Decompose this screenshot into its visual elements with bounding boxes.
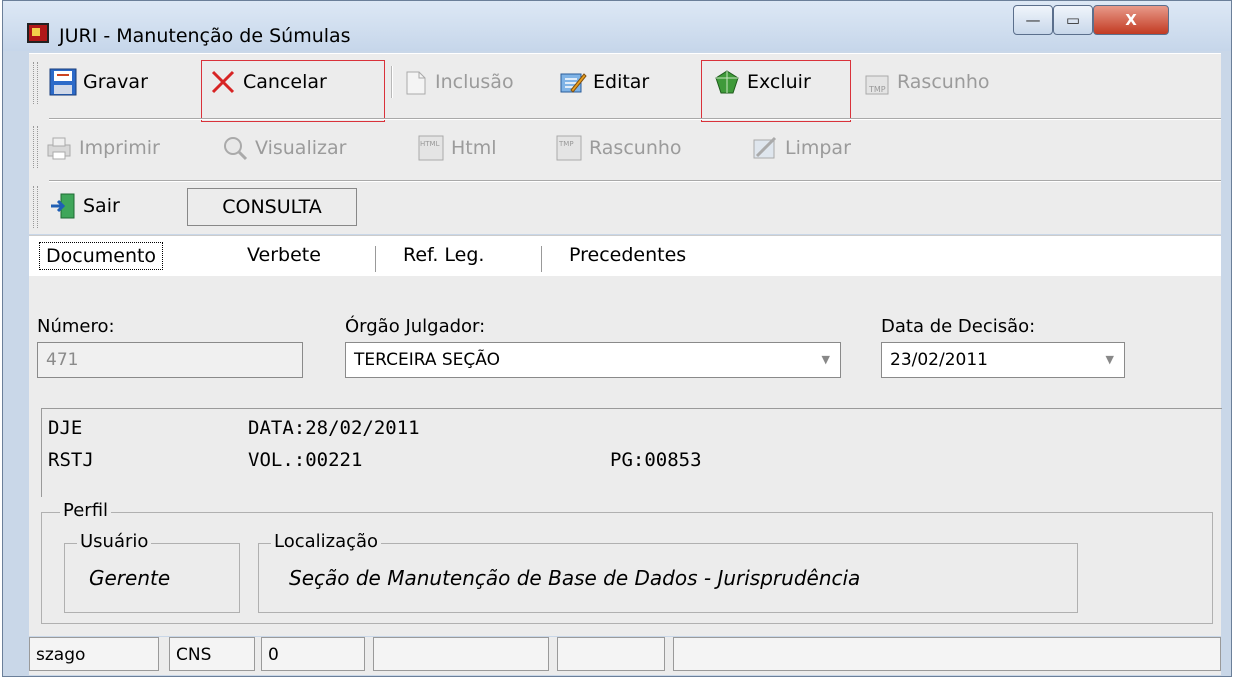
data-select[interactable]: 23/02/2011 ▼ <box>881 342 1125 378</box>
localizacao-value: Seção de Manutenção de Base de Dados - J… <box>289 566 861 590</box>
html-icon: HTML <box>417 134 445 162</box>
window-title: JURI - Manutenção de Súmulas <box>59 25 351 47</box>
toolbar-grip[interactable] <box>33 186 38 228</box>
tab-precedentes[interactable]: Precedentes <box>569 244 686 266</box>
gravar-button[interactable]: Gravar <box>49 64 148 100</box>
mode-indicator: CONSULTA <box>187 188 357 226</box>
localizacao-label: Localização <box>271 531 382 552</box>
app-icon <box>27 23 49 43</box>
perfil-group: Perfil Usuário Gerente Localização Seção… <box>41 500 1213 624</box>
new-document-icon <box>401 68 429 96</box>
excluir-label: Excluir <box>747 71 811 93</box>
limpar-button[interactable]: Limpar <box>751 130 851 166</box>
numero-label: Número: <box>37 316 115 337</box>
status-count: 0 <box>261 637 365 671</box>
rascunho-button[interactable]: TMP Rascunho <box>863 64 990 100</box>
editar-button[interactable]: Editar <box>559 64 649 100</box>
data-label: Data de Decisão: <box>881 316 1036 337</box>
magnifier-icon <box>221 134 249 162</box>
cancelar-label: Cancelar <box>243 71 327 93</box>
toolbar-main: Gravar Cancelar Inclusão Editar Excluir <box>29 54 1221 122</box>
usuario-label: Usuário <box>77 531 152 552</box>
inclusao-label: Inclusão <box>435 71 514 93</box>
tab-documento[interactable]: Documento <box>39 242 164 270</box>
excluir-button[interactable]: Excluir <box>713 64 811 100</box>
usuario-value: Gerente <box>89 566 171 590</box>
limpar-label: Limpar <box>785 137 851 159</box>
imprimir-label: Imprimir <box>79 137 160 159</box>
data-value: 23/02/2011 <box>890 350 988 370</box>
memo-source: RSTJ <box>48 449 94 471</box>
memo-volume: VOL.:00221 <box>248 449 363 471</box>
publication-memo[interactable]: DJE DATA:28/02/2011 RSTJ VOL.:00221 PG:0… <box>41 408 1222 497</box>
status-user: szago <box>29 637 159 671</box>
orgao-label: Órgão Julgador: <box>345 316 486 337</box>
edit-icon <box>559 68 587 96</box>
html-label: Html <box>451 137 497 159</box>
memo-date: DATA:28/02/2011 <box>248 417 420 439</box>
svg-text:HTML: HTML <box>420 140 440 148</box>
exit-door-icon <box>49 192 77 220</box>
close-button[interactable]: X <box>1093 5 1169 35</box>
tmp-icon: TMP <box>555 134 583 162</box>
numero-field[interactable]: 471 <box>37 342 303 378</box>
localizacao-group: Localização Seção de Manutenção de Base … <box>258 531 1078 613</box>
tab-ref-leg[interactable]: Ref. Leg. <box>403 244 484 266</box>
toolbar-grip[interactable] <box>33 126 38 168</box>
gravar-label: Gravar <box>83 71 148 93</box>
chevron-down-icon[interactable]: ▼ <box>822 343 830 377</box>
toolbar-grip[interactable] <box>33 62 38 104</box>
rascunho-label: Rascunho <box>897 71 990 93</box>
imprimir-button[interactable]: Imprimir <box>45 130 160 166</box>
memo-page: PG:00853 <box>610 449 702 471</box>
perfil-label: Perfil <box>60 500 112 521</box>
save-icon <box>49 68 77 96</box>
status-bar: szago CNS 0 <box>29 637 1221 675</box>
visualizar-label: Visualizar <box>255 137 347 159</box>
status-panel <box>557 637 665 671</box>
status-code: CNS <box>169 637 255 671</box>
rascunho-print-label: Rascunho <box>589 137 682 159</box>
svg-text:TMP: TMP <box>868 85 886 94</box>
editar-label: Editar <box>593 71 650 93</box>
memo-source: DJE <box>48 417 83 439</box>
tab-separator <box>541 246 542 272</box>
draft-icon: TMP <box>863 68 891 96</box>
visualizar-button[interactable]: Visualizar <box>221 130 346 166</box>
inclusao-button[interactable]: Inclusão <box>401 64 514 100</box>
chevron-down-icon[interactable]: ▼ <box>1106 343 1114 377</box>
app-window: JURI - Manutenção de Súmulas — ▭ X Grava… <box>2 0 1232 677</box>
orgao-select[interactable]: TERCEIRA SEÇÃO ▼ <box>345 342 841 378</box>
sair-label: Sair <box>83 195 120 217</box>
toolbar-print: Imprimir Visualizar HTML Html TMP Rascun… <box>29 118 1221 176</box>
toolbar-area: Gravar Cancelar Inclusão Editar Excluir <box>29 53 1221 234</box>
cancelar-button[interactable]: Cancelar <box>209 64 327 100</box>
tab-verbete[interactable]: Verbete <box>247 244 321 266</box>
svg-text:TMP: TMP <box>558 140 574 148</box>
printer-icon <box>45 134 73 162</box>
usuario-group: Usuário Gerente <box>64 531 240 613</box>
minimize-button[interactable]: — <box>1013 5 1053 35</box>
status-panel <box>673 637 1221 671</box>
html-button[interactable]: HTML Html <box>417 130 497 166</box>
delete-icon <box>713 68 741 96</box>
maximize-button[interactable]: ▭ <box>1053 5 1093 35</box>
sair-button[interactable]: Sair <box>49 188 120 224</box>
documento-panel: Número: 471 Órgão Julgador: TERCEIRA SEÇ… <box>29 276 1222 636</box>
orgao-value: TERCEIRA SEÇÃO <box>354 350 500 370</box>
status-panel <box>373 637 549 671</box>
tab-bar: Documento Verbete Ref. Leg. Precedentes <box>29 235 1221 277</box>
cancel-x-icon <box>209 68 237 96</box>
title-bar: JURI - Manutenção de Súmulas — ▭ X <box>3 1 1231 51</box>
toolbar-separator <box>391 66 393 98</box>
tab-separator <box>375 246 376 272</box>
clear-icon <box>751 134 779 162</box>
rascunho-print-button[interactable]: TMP Rascunho <box>555 130 682 166</box>
